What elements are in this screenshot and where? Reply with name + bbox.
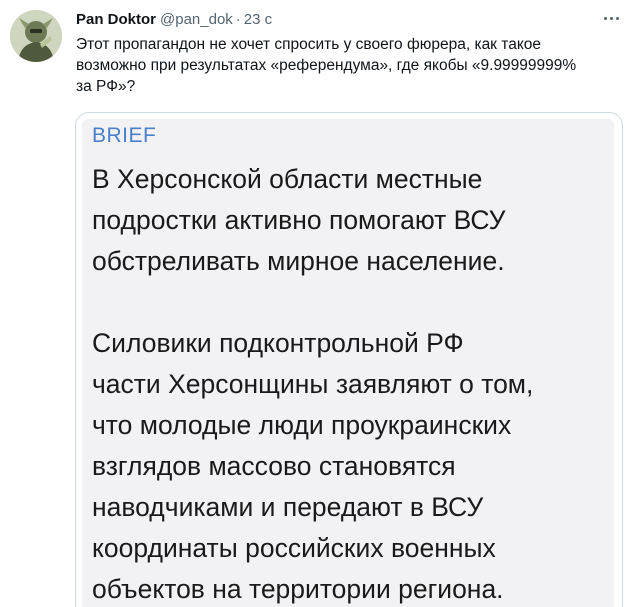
post-line: объектов на территории региона. bbox=[92, 574, 504, 604]
tweet-text-line: за РФ»? bbox=[76, 78, 136, 95]
post-line: обстреливать мирное население. bbox=[92, 246, 505, 276]
timestamp[interactable]: 23 с bbox=[244, 11, 272, 28]
tweet-text: Этот пропагандон не хочет спросить у сво… bbox=[76, 34, 628, 97]
post-line: координаты российских военных bbox=[92, 533, 496, 563]
tweet-text-line: Этот пропагандон не хочет спросить у сво… bbox=[76, 36, 542, 53]
source-label: BRIEF bbox=[92, 124, 157, 147]
more-dot bbox=[609, 16, 613, 20]
tweet[interactable]: Pan Doktor @pan_dok · 23 с Этот пропагандон… bbox=[0, 0, 635, 607]
post-line: подростки активно помогают ВСУ bbox=[92, 205, 506, 235]
more-horizontal-icon[interactable] bbox=[599, 8, 623, 28]
media-card[interactable]: BRIEF В Херсонской области местные подро… bbox=[75, 112, 623, 607]
post-line: наводчиками и передают в ВСУ bbox=[92, 492, 484, 522]
post-line: что молодые люди проукраинских bbox=[92, 410, 512, 440]
embedded-post-text: В Херсонской области местные подростки а… bbox=[92, 159, 612, 607]
tweet-header: Pan Doktor @pan_dok · 23 с bbox=[76, 11, 272, 29]
user-handle[interactable]: @pan_dok bbox=[160, 11, 233, 28]
tweet-text-line: возможно при результатах «референдума», … bbox=[76, 57, 577, 74]
post-line: Силовики подконтрольной РФ bbox=[92, 328, 464, 358]
more-dot bbox=[615, 16, 619, 20]
separator-dot: · bbox=[235, 11, 241, 28]
more-dot bbox=[603, 16, 607, 20]
post-line: взглядов массово становятся bbox=[92, 451, 456, 481]
post-line: В Херсонской области местные bbox=[92, 164, 483, 194]
avatar-image bbox=[10, 10, 62, 62]
avatar[interactable] bbox=[10, 10, 62, 62]
screenshot-image: BRIEF В Херсонской области местные подро… bbox=[82, 119, 614, 607]
post-line: части Херсонщины заявляют о том, bbox=[92, 369, 534, 399]
display-name[interactable]: Pan Doktor bbox=[76, 11, 156, 28]
